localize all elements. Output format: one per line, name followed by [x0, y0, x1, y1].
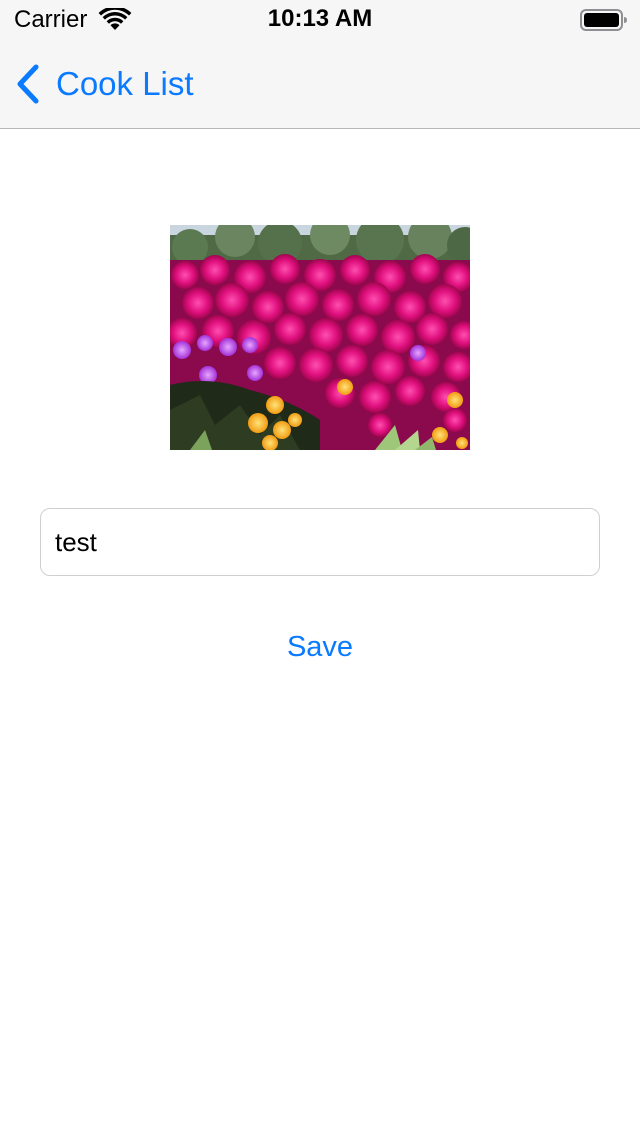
status-bar: Carrier 10:13 AM: [0, 0, 640, 40]
recipe-photo: [170, 225, 470, 450]
navigation-bar: Cook List: [0, 40, 640, 129]
chevron-left-icon: [17, 64, 39, 104]
flower-field-image: [170, 225, 470, 450]
back-button-label: Cook List: [56, 65, 194, 102]
name-input[interactable]: [40, 508, 600, 576]
status-time: 10:13 AM: [267, 5, 373, 32]
back-button[interactable]: Cook List: [14, 62, 194, 106]
battery-icon: [580, 9, 627, 31]
save-button[interactable]: Save: [220, 620, 420, 674]
